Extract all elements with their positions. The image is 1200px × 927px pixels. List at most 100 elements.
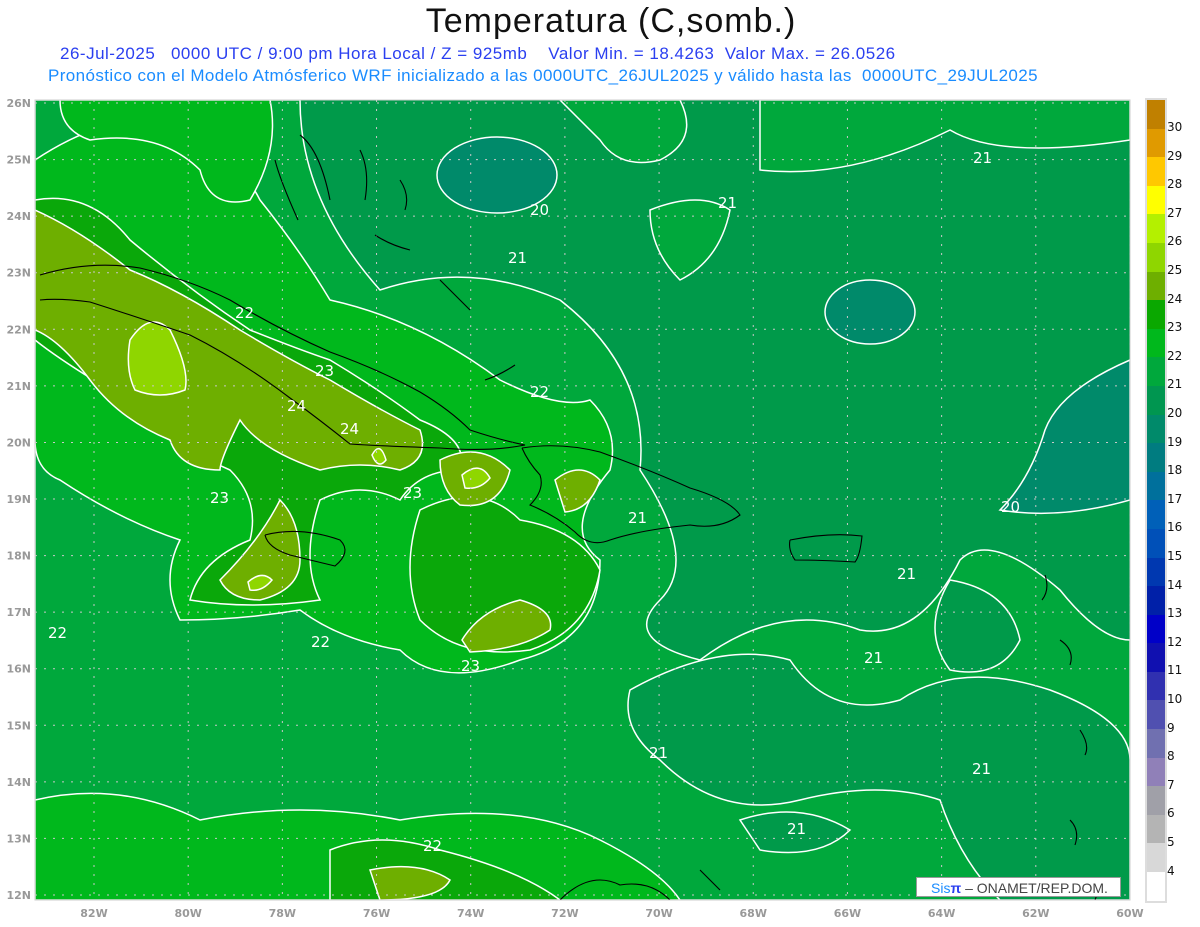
lon-tick-label: 60W [1116,907,1143,920]
temperature-map: 22 23 24 24 23 23 22 21 20 21 21 21 20 2… [6,97,1143,920]
colorbar-label: 21 [1167,377,1183,392]
lon-tick-label: 74W [457,907,484,920]
contour-label: 23 [461,657,480,675]
lon-tick-label: 82W [80,907,107,920]
lon-tick-label: 76W [363,907,390,920]
colorbar-label: 25 [1167,263,1183,277]
colorbar-label: 18 [1167,463,1183,478]
colorbar-swatch [1147,814,1165,844]
contour-label: 22 [530,383,549,401]
colorbar-label: 6 [1167,806,1175,821]
contour-label: 23 [210,489,229,507]
colorbar-swatch [1147,357,1165,386]
colorbar-swatch [1147,328,1165,358]
colorbar-swatch [1147,242,1165,272]
colorbar-label: 4 [1167,863,1175,878]
lat-tick-label: 15N [6,719,31,732]
colorbar-swatch [1147,843,1165,873]
contour-label: 24 [287,397,306,415]
contour-label: 21 [864,649,883,667]
lat-tick-label: 17N [6,606,31,619]
colorbar-swatch [1147,471,1165,501]
colorbar-label: 10 [1167,692,1183,706]
lon-tick-label: 64W [928,907,955,920]
colorbar-label: 26 [1167,234,1183,249]
contour-label: 24 [340,420,359,438]
lat-tick-label: 25N [6,154,31,167]
lat-tick-label: 23N [6,267,31,280]
colorbar-label: 23 [1167,320,1183,335]
colorbar-swatch [1147,443,1165,472]
colorbar-swatch [1147,786,1165,815]
contour-label: 23 [315,362,334,380]
colorbar-label: 17 [1167,491,1183,506]
colorbar-swatch [1147,671,1165,701]
colorbar-swatch [1147,729,1165,758]
lat-tick-label: 24N [6,210,31,223]
colorbar-swatch [1147,100,1165,129]
contour-label: 21 [972,760,991,778]
contour-label: 22 [423,837,442,855]
logo-text: – ONAMET/REP.DOM. [965,880,1108,896]
colorbar-label: 7 [1167,777,1175,792]
logo-sis: Sis [931,880,951,896]
colorbar-label: 5 [1167,835,1175,849]
colorbar-label: 11 [1167,663,1183,678]
colorbar-swatch [1147,414,1165,444]
colorbar-label: 30 [1167,120,1183,134]
colorbar-swatch [1147,614,1165,644]
colorbar-swatch [1147,700,1165,730]
colorbar-label: 15 [1167,549,1183,563]
lat-tick-label: 14N [6,776,31,789]
onamet-logo: Sisπ – ONAMET/REP.DOM. [916,877,1121,897]
colorbar-swatch [1147,128,1165,158]
contour-label: 21 [649,744,668,762]
lat-tick-label: 26N [6,97,31,110]
lat-tick-label: 21N [6,380,31,393]
colorbar-label: 29 [1167,148,1183,163]
colorbar-swatch [1147,157,1165,186]
contour-label: 21 [787,820,806,838]
lat-tick-label: 12N [6,889,31,902]
contour-label: 22 [311,633,330,651]
colorbar-label: 20 [1167,406,1183,420]
colorbar-swatch [1147,528,1165,558]
colorbar [1145,98,1167,903]
colorbar-label: 16 [1167,520,1183,535]
colorbar-swatch [1147,385,1165,415]
colorbar-swatch [1147,872,1165,901]
colorbar-label: 22 [1167,348,1183,363]
contour-label: 21 [628,509,647,527]
contour-label: 21 [718,194,737,212]
lat-tick-label: 20N [6,436,31,449]
colorbar-swatch [1147,185,1165,215]
lat-tick-label: 16N [6,663,31,676]
colorbar-label: 8 [1167,749,1175,764]
lat-tick-label: 22N [6,323,31,336]
colorbar-swatch [1147,300,1165,329]
contour-label: 22 [48,624,67,642]
colorbar-swatch [1147,214,1165,243]
contour-label: 21 [897,565,916,583]
contour-label: 21 [508,249,527,267]
lon-tick-label: 78W [269,907,296,920]
lat-tick-label: 18N [6,550,31,563]
colorbar-label: 19 [1167,434,1183,449]
colorbar-swatch [1147,557,1165,587]
contour-label: 23 [403,484,422,502]
colorbar-label: 9 [1167,720,1175,735]
lon-tick-label: 70W [645,907,672,920]
lon-tick-label: 66W [834,907,861,920]
lat-tick-label: 13N [6,832,31,845]
contour-label: 20 [1001,498,1020,516]
contour-label: 21 [973,149,992,167]
colorbar-label: 13 [1167,606,1183,621]
colorbar-swatch [1147,500,1165,529]
lon-tick-label: 80W [174,907,201,920]
lon-tick-label: 72W [551,907,578,920]
colorbar-swatch [1147,643,1165,672]
colorbar-swatch [1147,757,1165,787]
lon-tick-label: 62W [1022,907,1049,920]
colorbar-label: 27 [1167,205,1183,220]
logo-pi: π [950,880,962,896]
